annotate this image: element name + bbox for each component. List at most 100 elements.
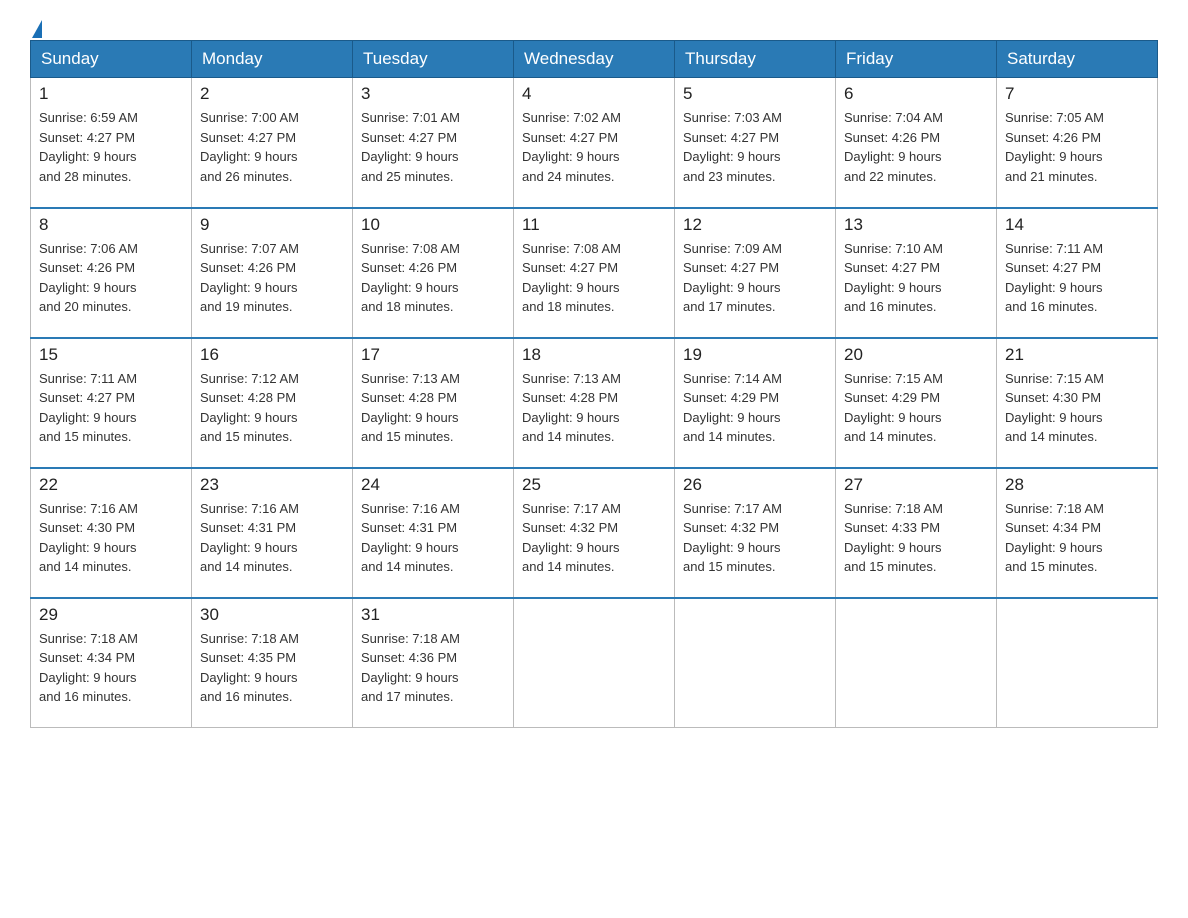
day-number: 1 — [39, 84, 183, 104]
logo-triangle-icon — [32, 20, 42, 38]
day-info: Sunrise: 7:16 AM Sunset: 4:31 PM Dayligh… — [361, 499, 505, 577]
calendar-cell: 14 Sunrise: 7:11 AM Sunset: 4:27 PM Dayl… — [997, 208, 1158, 338]
calendar-cell — [997, 598, 1158, 728]
calendar-cell: 18 Sunrise: 7:13 AM Sunset: 4:28 PM Dayl… — [514, 338, 675, 468]
day-number: 24 — [361, 475, 505, 495]
day-info: Sunrise: 7:18 AM Sunset: 4:36 PM Dayligh… — [361, 629, 505, 707]
day-number: 13 — [844, 215, 988, 235]
calendar-header-thursday: Thursday — [675, 41, 836, 78]
day-number: 25 — [522, 475, 666, 495]
day-info: Sunrise: 7:15 AM Sunset: 4:30 PM Dayligh… — [1005, 369, 1149, 447]
calendar-cell: 24 Sunrise: 7:16 AM Sunset: 4:31 PM Dayl… — [353, 468, 514, 598]
calendar-cell: 12 Sunrise: 7:09 AM Sunset: 4:27 PM Dayl… — [675, 208, 836, 338]
calendar-cell: 28 Sunrise: 7:18 AM Sunset: 4:34 PM Dayl… — [997, 468, 1158, 598]
calendar-cell: 17 Sunrise: 7:13 AM Sunset: 4:28 PM Dayl… — [353, 338, 514, 468]
day-number: 6 — [844, 84, 988, 104]
calendar-cell: 16 Sunrise: 7:12 AM Sunset: 4:28 PM Dayl… — [192, 338, 353, 468]
day-number: 29 — [39, 605, 183, 625]
calendar-table: SundayMondayTuesdayWednesdayThursdayFrid… — [30, 40, 1158, 728]
day-number: 2 — [200, 84, 344, 104]
day-info: Sunrise: 7:13 AM Sunset: 4:28 PM Dayligh… — [522, 369, 666, 447]
calendar-header-sunday: Sunday — [31, 41, 192, 78]
day-number: 3 — [361, 84, 505, 104]
day-info: Sunrise: 7:04 AM Sunset: 4:26 PM Dayligh… — [844, 108, 988, 186]
day-number: 8 — [39, 215, 183, 235]
calendar-cell: 23 Sunrise: 7:16 AM Sunset: 4:31 PM Dayl… — [192, 468, 353, 598]
calendar-cell: 10 Sunrise: 7:08 AM Sunset: 4:26 PM Dayl… — [353, 208, 514, 338]
logo — [30, 20, 44, 30]
day-number: 9 — [200, 215, 344, 235]
day-number: 7 — [1005, 84, 1149, 104]
day-info: Sunrise: 7:02 AM Sunset: 4:27 PM Dayligh… — [522, 108, 666, 186]
day-info: Sunrise: 7:13 AM Sunset: 4:28 PM Dayligh… — [361, 369, 505, 447]
day-info: Sunrise: 7:16 AM Sunset: 4:31 PM Dayligh… — [200, 499, 344, 577]
calendar-cell: 26 Sunrise: 7:17 AM Sunset: 4:32 PM Dayl… — [675, 468, 836, 598]
day-number: 22 — [39, 475, 183, 495]
day-info: Sunrise: 7:05 AM Sunset: 4:26 PM Dayligh… — [1005, 108, 1149, 186]
calendar-week-3: 15 Sunrise: 7:11 AM Sunset: 4:27 PM Dayl… — [31, 338, 1158, 468]
day-number: 14 — [1005, 215, 1149, 235]
day-info: Sunrise: 7:07 AM Sunset: 4:26 PM Dayligh… — [200, 239, 344, 317]
calendar-cell: 22 Sunrise: 7:16 AM Sunset: 4:30 PM Dayl… — [31, 468, 192, 598]
calendar-cell: 15 Sunrise: 7:11 AM Sunset: 4:27 PM Dayl… — [31, 338, 192, 468]
day-number: 20 — [844, 345, 988, 365]
day-number: 27 — [844, 475, 988, 495]
day-number: 21 — [1005, 345, 1149, 365]
day-number: 10 — [361, 215, 505, 235]
calendar-cell: 21 Sunrise: 7:15 AM Sunset: 4:30 PM Dayl… — [997, 338, 1158, 468]
day-number: 5 — [683, 84, 827, 104]
page-header — [30, 20, 1158, 30]
calendar-cell — [836, 598, 997, 728]
day-number: 16 — [200, 345, 344, 365]
day-number: 31 — [361, 605, 505, 625]
calendar-cell: 8 Sunrise: 7:06 AM Sunset: 4:26 PM Dayli… — [31, 208, 192, 338]
day-info: Sunrise: 7:08 AM Sunset: 4:26 PM Dayligh… — [361, 239, 505, 317]
calendar-cell: 3 Sunrise: 7:01 AM Sunset: 4:27 PM Dayli… — [353, 78, 514, 208]
calendar-header-row: SundayMondayTuesdayWednesdayThursdayFrid… — [31, 41, 1158, 78]
calendar-cell: 13 Sunrise: 7:10 AM Sunset: 4:27 PM Dayl… — [836, 208, 997, 338]
day-number: 12 — [683, 215, 827, 235]
calendar-cell: 20 Sunrise: 7:15 AM Sunset: 4:29 PM Dayl… — [836, 338, 997, 468]
day-number: 26 — [683, 475, 827, 495]
calendar-header-saturday: Saturday — [997, 41, 1158, 78]
day-info: Sunrise: 7:03 AM Sunset: 4:27 PM Dayligh… — [683, 108, 827, 186]
day-number: 11 — [522, 215, 666, 235]
day-number: 30 — [200, 605, 344, 625]
day-info: Sunrise: 7:18 AM Sunset: 4:34 PM Dayligh… — [39, 629, 183, 707]
day-info: Sunrise: 7:18 AM Sunset: 4:35 PM Dayligh… — [200, 629, 344, 707]
day-info: Sunrise: 7:16 AM Sunset: 4:30 PM Dayligh… — [39, 499, 183, 577]
day-info: Sunrise: 7:11 AM Sunset: 4:27 PM Dayligh… — [39, 369, 183, 447]
day-number: 4 — [522, 84, 666, 104]
day-info: Sunrise: 7:08 AM Sunset: 4:27 PM Dayligh… — [522, 239, 666, 317]
calendar-cell: 4 Sunrise: 7:02 AM Sunset: 4:27 PM Dayli… — [514, 78, 675, 208]
calendar-cell: 25 Sunrise: 7:17 AM Sunset: 4:32 PM Dayl… — [514, 468, 675, 598]
day-info: Sunrise: 7:12 AM Sunset: 4:28 PM Dayligh… — [200, 369, 344, 447]
day-info: Sunrise: 6:59 AM Sunset: 4:27 PM Dayligh… — [39, 108, 183, 186]
day-info: Sunrise: 7:18 AM Sunset: 4:34 PM Dayligh… — [1005, 499, 1149, 577]
day-info: Sunrise: 7:06 AM Sunset: 4:26 PM Dayligh… — [39, 239, 183, 317]
calendar-header-tuesday: Tuesday — [353, 41, 514, 78]
calendar-cell: 31 Sunrise: 7:18 AM Sunset: 4:36 PM Dayl… — [353, 598, 514, 728]
day-number: 23 — [200, 475, 344, 495]
day-info: Sunrise: 7:17 AM Sunset: 4:32 PM Dayligh… — [683, 499, 827, 577]
calendar-cell — [514, 598, 675, 728]
calendar-week-1: 1 Sunrise: 6:59 AM Sunset: 4:27 PM Dayli… — [31, 78, 1158, 208]
day-info: Sunrise: 7:14 AM Sunset: 4:29 PM Dayligh… — [683, 369, 827, 447]
day-number: 15 — [39, 345, 183, 365]
calendar-cell: 2 Sunrise: 7:00 AM Sunset: 4:27 PM Dayli… — [192, 78, 353, 208]
calendar-cell: 6 Sunrise: 7:04 AM Sunset: 4:26 PM Dayli… — [836, 78, 997, 208]
calendar-cell: 7 Sunrise: 7:05 AM Sunset: 4:26 PM Dayli… — [997, 78, 1158, 208]
day-info: Sunrise: 7:01 AM Sunset: 4:27 PM Dayligh… — [361, 108, 505, 186]
calendar-header-monday: Monday — [192, 41, 353, 78]
day-info: Sunrise: 7:17 AM Sunset: 4:32 PM Dayligh… — [522, 499, 666, 577]
calendar-cell: 1 Sunrise: 6:59 AM Sunset: 4:27 PM Dayli… — [31, 78, 192, 208]
calendar-cell: 29 Sunrise: 7:18 AM Sunset: 4:34 PM Dayl… — [31, 598, 192, 728]
calendar-cell: 30 Sunrise: 7:18 AM Sunset: 4:35 PM Dayl… — [192, 598, 353, 728]
calendar-cell: 11 Sunrise: 7:08 AM Sunset: 4:27 PM Dayl… — [514, 208, 675, 338]
calendar-week-2: 8 Sunrise: 7:06 AM Sunset: 4:26 PM Dayli… — [31, 208, 1158, 338]
calendar-cell: 19 Sunrise: 7:14 AM Sunset: 4:29 PM Dayl… — [675, 338, 836, 468]
day-info: Sunrise: 7:00 AM Sunset: 4:27 PM Dayligh… — [200, 108, 344, 186]
calendar-cell: 5 Sunrise: 7:03 AM Sunset: 4:27 PM Dayli… — [675, 78, 836, 208]
calendar-cell: 27 Sunrise: 7:18 AM Sunset: 4:33 PM Dayl… — [836, 468, 997, 598]
calendar-header-wednesday: Wednesday — [514, 41, 675, 78]
